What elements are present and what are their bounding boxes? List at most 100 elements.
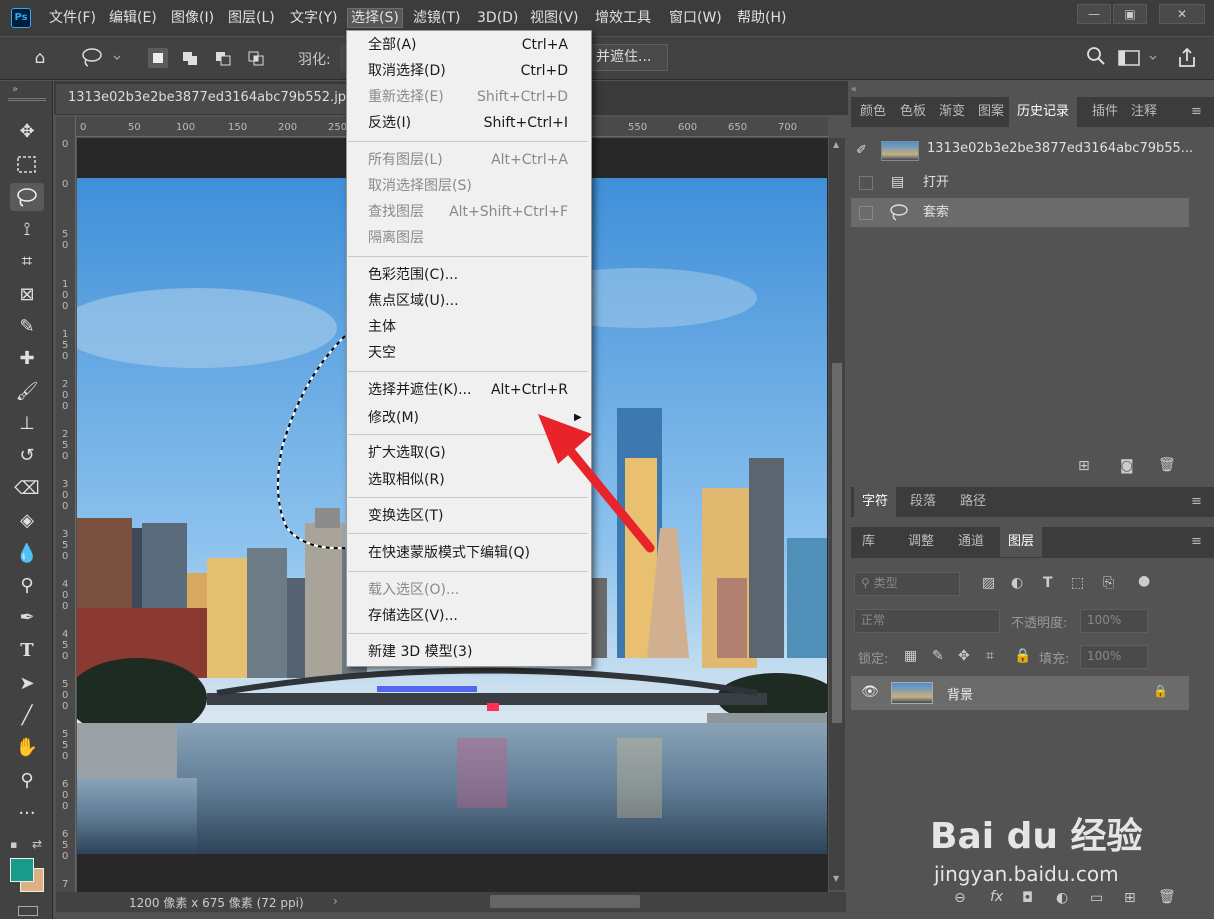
default-colors-icon[interactable]: ▪ [10,838,17,851]
frame-tool-icon[interactable]: ⊠ [10,281,44,309]
home-icon[interactable]: ⌂ [28,46,52,70]
new-selection-mode-icon[interactable] [148,48,168,68]
add-selection-mode-icon[interactable] [180,48,200,68]
menu-filter[interactable]: 滤镜(T) [410,8,463,28]
tab-adjustments[interactable]: 调整 [902,527,940,557]
menu-help[interactable]: 帮助(H) [734,8,789,28]
menu-file[interactable]: 文件(F) [46,8,99,28]
collapse-toolbar-icon[interactable]: » [12,84,18,95]
new-layer-icon[interactable]: ⊞ [1124,890,1136,906]
tab-swatches[interactable]: 色板 [894,97,932,127]
add-mask-icon[interactable]: ◘ [1022,890,1033,906]
menu-3d[interactable]: 3D(D) [474,8,521,28]
tab-patterns[interactable]: 图案 [972,97,1010,127]
tab-channels[interactable]: 通道 [952,527,990,557]
vertical-scrollbar[interactable]: ▲ ▼ [829,138,845,890]
history-brush-tool-icon[interactable]: ↺ [10,442,44,470]
menu-item-isolate-layers[interactable]: 隔离图层 [368,226,588,250]
paint-bucket-tool-icon[interactable]: ◈ [10,507,44,535]
tab-libraries[interactable]: 库 [856,527,881,557]
history-step[interactable]: ▤ 打开 [851,168,1189,197]
filter-toggle-icon[interactable]: ● [1138,573,1150,589]
brush-tool-icon[interactable]: 🖌 [10,378,44,406]
tab-history[interactable]: 历史记录 [1009,97,1078,127]
tab-character[interactable]: 字符 [854,487,897,517]
history-brush-source-icon[interactable]: ✐ [856,143,867,158]
fx-icon[interactable]: fx [990,889,1003,905]
menu-item-deselect-layers[interactable]: 取消选择图层(S) [368,174,588,198]
clone-stamp-tool-icon[interactable]: ⊥ [10,410,44,438]
collapse-panels-icon[interactable]: « [851,84,857,95]
tab-paragraph[interactable]: 段落 [904,487,942,517]
minimize-button[interactable]: — [1077,4,1111,24]
layer-filter-kind[interactable]: ⚲ 类型 [854,572,960,596]
tab-gradients[interactable]: 渐变 [933,97,971,127]
fill-input[interactable]: 100% [1080,645,1148,669]
path-selection-tool-icon[interactable]: ➤ [10,670,44,698]
foreground-color-swatch[interactable] [10,858,34,882]
camera-icon[interactable]: ◙ [1120,458,1134,474]
eye-visibility-icon[interactable]: 👁 [861,684,879,700]
intersect-selection-mode-icon[interactable] [246,48,266,68]
layer-row[interactable]: 👁 背景 🔒 [851,676,1189,710]
more-tools-icon[interactable]: ··· [10,800,44,828]
eraser-tool-icon[interactable]: ⌫ [10,475,44,503]
workspace-icon[interactable] [1116,46,1160,70]
crop-tool-icon[interactable]: ⌗ [10,248,44,276]
menu-item-focus-area[interactable]: 焦点区域(U)... [368,289,588,313]
history-step-active[interactable]: 套索 [851,198,1189,227]
healing-brush-tool-icon[interactable]: ✚ [10,345,44,373]
tab-plugins[interactable]: 插件 [1086,97,1124,127]
lock-transparent-pixels-icon[interactable]: ▦ [904,648,917,664]
menu-layer[interactable]: 图层(L) [225,8,278,28]
tab-notes[interactable]: 注释 [1125,97,1163,127]
lasso-tool-icon[interactable] [10,183,44,211]
adjustment-layer-filter-icon[interactable]: ◐ [1011,575,1023,591]
restore-button[interactable]: ▣ [1113,4,1147,24]
menu-item-sky[interactable]: 天空 [368,341,588,365]
menu-select[interactable]: 选择(S) [347,8,403,28]
pen-tool-icon[interactable]: ✒ [10,604,44,632]
pixel-layer-filter-icon[interactable]: ▨ [982,575,995,591]
scrollbar-thumb[interactable] [832,363,842,723]
marquee-tool-icon[interactable] [10,151,44,179]
dodge-tool-icon[interactable]: ⚲ [10,572,44,600]
tab-paths[interactable]: 路径 [954,487,992,517]
close-button[interactable]: ✕ [1159,4,1205,24]
history-brush-source-box[interactable] [859,176,873,190]
history-brush-source-box[interactable] [859,206,873,220]
search-icon[interactable] [1084,46,1108,70]
adjustment-layer-icon[interactable]: ◐ [1056,890,1068,906]
folder-icon[interactable]: ▭ [1090,890,1103,906]
blend-mode-select[interactable]: 正常 [854,609,1000,633]
menu-item-subject[interactable]: 主体 [368,315,588,339]
swap-colors-icon[interactable]: ⇄ [32,837,42,851]
lock-image-pixels-icon[interactable]: ✎ [932,648,944,664]
move-tool-icon[interactable]: ✥ [10,118,44,146]
type-tool-icon[interactable]: T [10,637,44,665]
zoom-tool-icon[interactable]: ⚲ [10,767,44,795]
tab-color[interactable]: 颜色 [854,97,892,127]
eyedropper-tool-icon[interactable]: ✎ [10,313,44,341]
link-layers-icon[interactable]: ⊖ [954,890,966,906]
share-icon[interactable] [1175,46,1199,70]
scroll-up-icon[interactable]: ▲ [833,140,839,149]
smart-object-filter-icon[interactable]: ⎘ [1103,575,1114,591]
type-layer-filter-icon[interactable]: T [1043,575,1053,591]
menu-item-save-selection[interactable]: 存储选区(V)... [368,604,588,628]
menu-image[interactable]: 图像(I) [168,8,217,28]
menu-plugins[interactable]: 增效工具 [592,8,654,28]
lasso-preset-icon[interactable] [80,46,121,70]
menu-window[interactable]: 窗口(W) [666,8,725,28]
new-document-from-state-icon[interactable]: ⊞ [1078,458,1090,474]
history-snapshot-row[interactable]: ✐ 1313e02b3e2be3877ed3164abc79b55... [851,135,1193,167]
lock-icon[interactable]: 🔒 [1153,684,1168,698]
lock-artboard-icon[interactable]: ⌗ [986,648,994,664]
horizontal-scrollbar-thumb[interactable] [490,895,640,908]
tab-layers[interactable]: 图层 [1000,527,1043,557]
toolbar-grip[interactable] [8,98,46,101]
status-chevron-icon[interactable]: › [333,894,338,908]
subtract-selection-mode-icon[interactable] [213,48,233,68]
line-tool-icon[interactable]: ╱ [10,702,44,730]
panel-menu-icon[interactable]: ≡ [1191,534,1202,549]
